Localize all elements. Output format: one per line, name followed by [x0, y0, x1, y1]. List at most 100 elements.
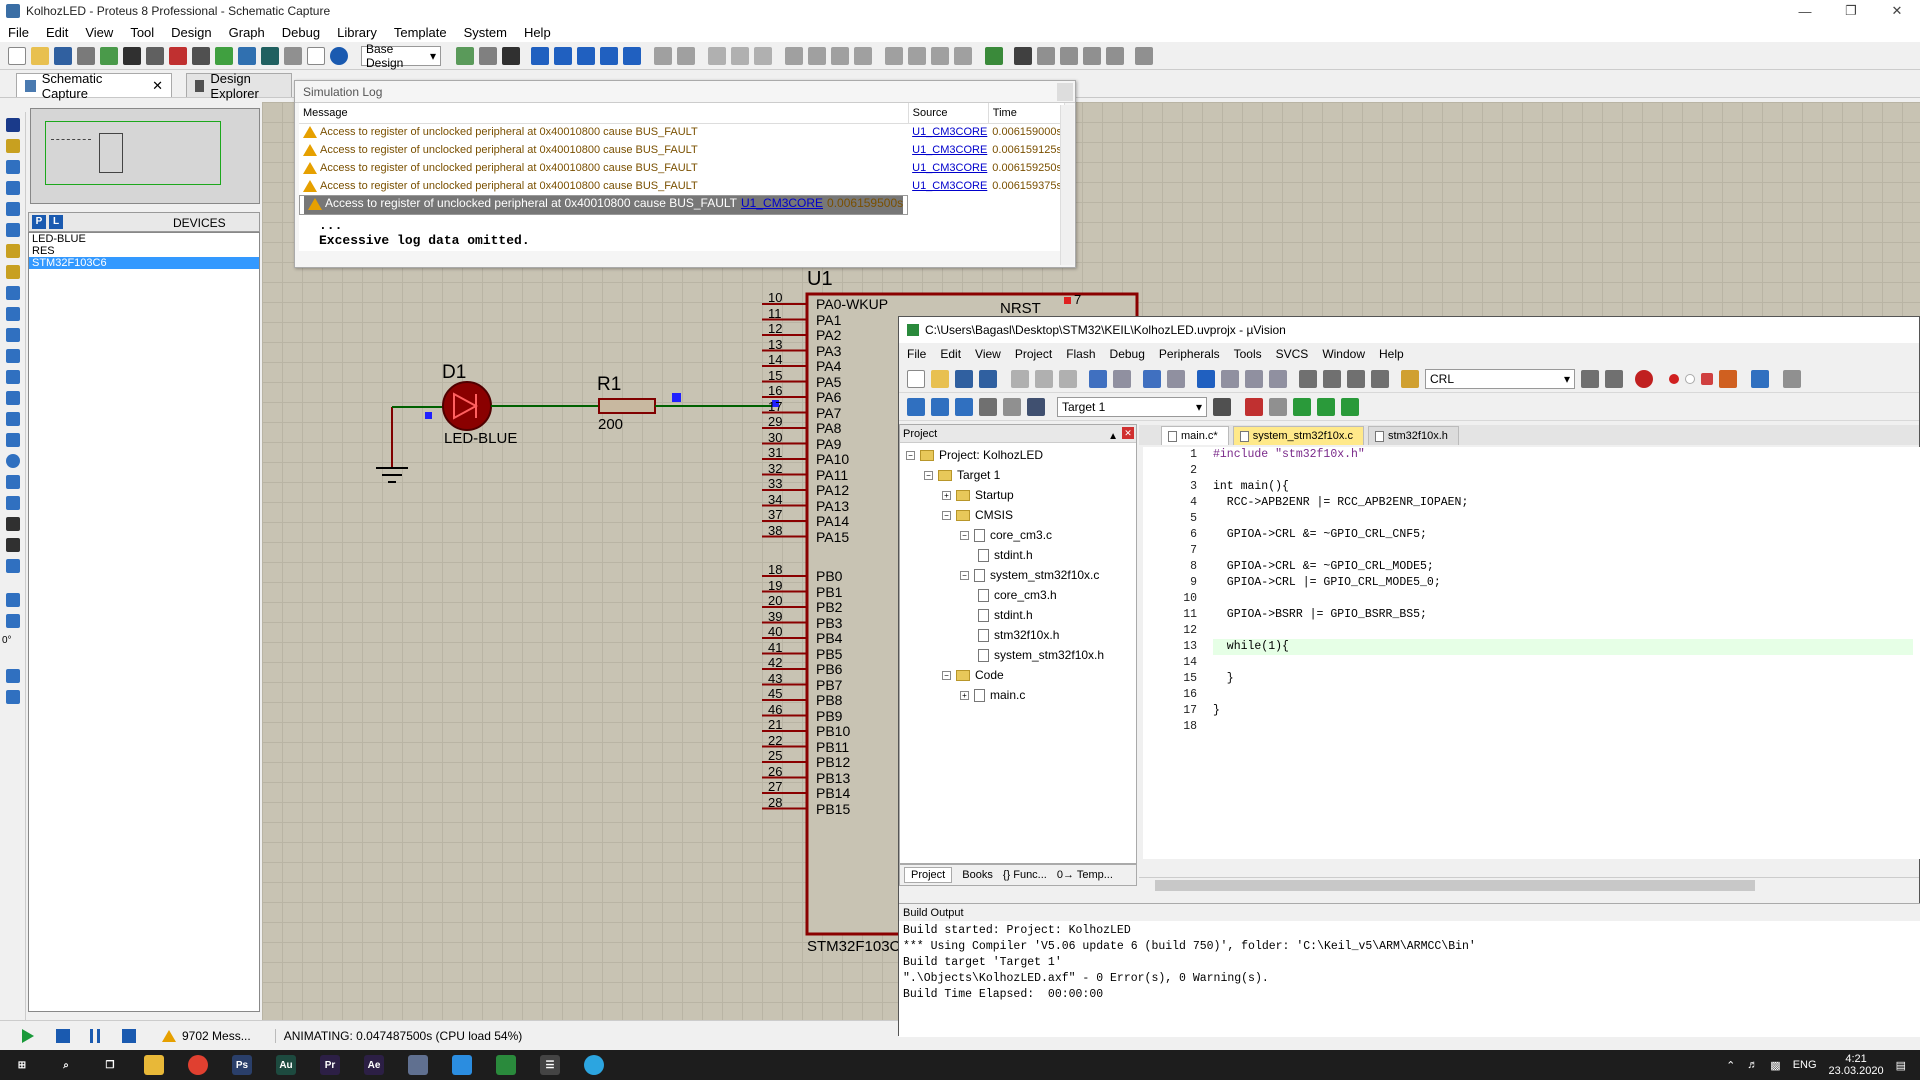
report-icon[interactable] — [307, 46, 325, 65]
scroll-thumb[interactable] — [1155, 880, 1755, 891]
packaging-icon[interactable] — [931, 46, 949, 65]
text-mode-icon[interactable] — [6, 517, 20, 531]
prev-bookmark-icon[interactable] — [1221, 369, 1239, 388]
import-icon[interactable] — [77, 46, 95, 65]
stop-build-icon[interactable] — [1003, 397, 1021, 416]
undo-icon[interactable] — [654, 46, 672, 65]
proteus-icon[interactable] — [396, 1050, 440, 1080]
rotate-ccw-icon[interactable] — [6, 614, 20, 628]
manage-runtime-icon[interactable] — [1293, 397, 1311, 416]
tab-templates[interactable]: 0→ Temp... — [1057, 869, 1113, 881]
tree-item[interactable]: − CMSIS — [900, 505, 1136, 525]
terminals-mode-icon[interactable] — [6, 265, 20, 279]
expand-toggle-icon[interactable]: − — [942, 510, 951, 520]
code-line[interactable] — [1213, 719, 1913, 735]
menu-item[interactable]: Edit — [940, 347, 961, 361]
search-icon[interactable] — [1014, 46, 1032, 65]
network-icon[interactable]: ▩ — [1770, 1059, 1780, 1072]
build-icon[interactable] — [931, 397, 949, 416]
tree-item[interactable]: + Startup — [900, 485, 1136, 505]
zoom-all-icon[interactable] — [600, 46, 618, 65]
schematic-icon[interactable] — [146, 46, 164, 65]
menu-item[interactable]: Help — [1379, 347, 1404, 361]
open-icon[interactable] — [931, 369, 949, 388]
overview-window[interactable] — [30, 108, 260, 204]
paste-icon[interactable] — [754, 46, 772, 65]
3d-icon[interactable] — [215, 46, 233, 65]
tab-schematic-capture[interactable]: Schematic Capture ✕ — [16, 71, 172, 101]
design-variant-select[interactable]: Base Design ▾ — [361, 42, 441, 70]
kill-breakpoints-icon[interactable] — [1701, 372, 1713, 385]
code-editor[interactable]: 1 2 3 4 5 6 7 8 9 10 11 12 13 14 15 16 17 18 #include "st… — [1143, 447, 1920, 859]
file-explorer-icon[interactable] — [132, 1050, 176, 1080]
copy-icon[interactable] — [1035, 369, 1053, 388]
code-line[interactable]: while(1){ — [1213, 639, 1913, 655]
tree-item[interactable]: stdint.h — [900, 545, 1136, 565]
menu-item[interactable]: Library — [337, 25, 377, 40]
start-icon[interactable]: ⊞ — [0, 1050, 44, 1080]
code-line[interactable]: } — [1213, 671, 1913, 687]
junction-mode-icon[interactable] — [6, 160, 20, 174]
find-icon[interactable] — [1605, 369, 1623, 388]
download-icon[interactable] — [1027, 397, 1045, 416]
undo-icon[interactable] — [1089, 369, 1107, 388]
next-bookmark-icon[interactable] — [1245, 369, 1263, 388]
cut-icon[interactable] — [1011, 369, 1029, 388]
rebuild-icon[interactable] — [955, 397, 973, 416]
after-effects-icon[interactable]: Ae — [352, 1050, 396, 1080]
column-header[interactable]: Message — [299, 103, 909, 124]
library-manager-button[interactable]: L — [49, 215, 63, 229]
vscode-icon[interactable] — [440, 1050, 484, 1080]
block-move-icon[interactable] — [808, 46, 826, 65]
code-line[interactable]: #include "stm32f10x.h" — [1213, 447, 1913, 463]
debug-session-icon[interactable] — [1635, 369, 1653, 388]
play-icon[interactable] — [22, 1028, 34, 1043]
list-item[interactable]: LED-BLUE — [29, 233, 259, 245]
log-source-link[interactable]: U1_CM3CORE — [912, 144, 987, 156]
table-row[interactable]: Access to register of unclocked peripher… — [299, 159, 1065, 177]
menu-item[interactable]: Graph — [229, 25, 265, 40]
rotate-cw-icon[interactable] — [6, 593, 20, 607]
expand-toggle-icon[interactable]: − — [960, 530, 969, 540]
device-pins-mode-icon[interactable] — [6, 286, 20, 300]
marker-mode-icon[interactable] — [6, 559, 20, 573]
bookmark-icon[interactable] — [1197, 369, 1215, 388]
calculator-icon[interactable]: ☰ — [528, 1050, 572, 1080]
manage-project-icon[interactable] — [1245, 397, 1263, 416]
graph-mode-icon[interactable] — [6, 307, 20, 321]
translate-icon[interactable] — [907, 397, 925, 416]
expand-toggle-icon[interactable]: − — [924, 470, 933, 480]
voltage-probe-icon[interactable] — [6, 370, 20, 384]
wire-autorouter-icon[interactable] — [985, 46, 1003, 65]
table-row[interactable]: Access to register of unclocked peripher… — [299, 195, 909, 215]
log-source-link[interactable]: U1_CM3CORE — [912, 126, 987, 138]
table-row[interactable]: Access to register of unclocked peripher… — [299, 177, 1065, 195]
menu-item[interactable]: Flash — [1066, 347, 1095, 361]
code-line[interactable]: GPIOA->BSRR |= GPIO_BSRR_BS5; — [1213, 607, 1913, 623]
log-source-link[interactable]: U1_CM3CORE — [741, 196, 823, 210]
code-line[interactable] — [1213, 623, 1913, 639]
save-icon[interactable] — [955, 369, 973, 388]
code-line[interactable]: RCC->APB2ENR |= RCC_APB2ENR_IOPAEN; — [1213, 495, 1913, 511]
component-mode-icon[interactable] — [6, 139, 20, 153]
code-line[interactable]: GPIOA->CRL &= ~GPIO_CRL_MODE5; — [1213, 559, 1913, 575]
target-options-icon[interactable] — [1213, 397, 1231, 416]
new-file-icon[interactable] — [907, 369, 925, 388]
zoom-area-icon[interactable] — [623, 46, 641, 65]
tab-stm32f10x-h[interactable]: stm32f10x.h — [1367, 426, 1459, 445]
property-assignment-icon[interactable] — [1037, 46, 1055, 65]
origin-icon[interactable] — [502, 46, 520, 65]
premiere-icon[interactable]: Pr — [308, 1050, 352, 1080]
expand-toggle-icon[interactable]: − — [906, 450, 915, 460]
save-icon[interactable] — [54, 46, 72, 65]
simlog-scrollbar[interactable] — [1060, 105, 1074, 265]
uncomment-icon[interactable] — [1371, 369, 1389, 388]
find-select[interactable]: CRL ▾ — [1425, 368, 1575, 389]
volume-icon[interactable]: ♬ — [1747, 1059, 1758, 1071]
list-item[interactable]: STM32F103C6 — [29, 257, 259, 269]
new-sheet-icon[interactable] — [1060, 46, 1078, 65]
comment-icon[interactable] — [1347, 369, 1365, 388]
target-select[interactable]: Target 1 ▾ — [1057, 396, 1207, 417]
tape-recorder-icon[interactable] — [6, 328, 20, 342]
box-mode-icon[interactable] — [6, 433, 20, 447]
